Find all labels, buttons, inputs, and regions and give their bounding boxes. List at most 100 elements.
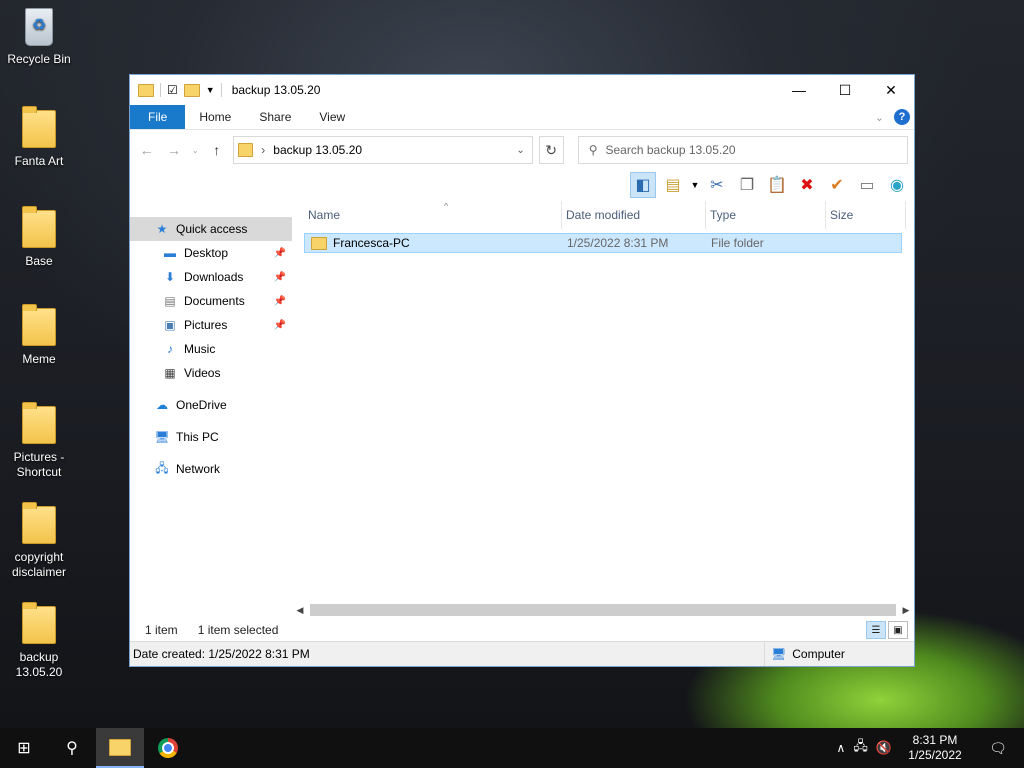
- minimize-button[interactable]: —: [776, 75, 822, 105]
- column-size[interactable]: Size: [826, 201, 906, 229]
- view-options-icon[interactable]: ▤: [660, 172, 686, 198]
- ribbon-right: ⌄ ?: [875, 105, 914, 129]
- start-button[interactable]: ⊞: [0, 728, 48, 768]
- file-explorer-taskbar-button[interactable]: [96, 728, 144, 768]
- desktop-icon-label: copyright disclaimer: [11, 550, 66, 579]
- nav-label: Quick access: [176, 222, 248, 236]
- network-status-icon[interactable]: 🖧: [853, 737, 868, 759]
- nav-item-music[interactable]: ♪ Music: [130, 337, 292, 361]
- globe-icon[interactable]: ◉: [884, 172, 910, 198]
- folder-shortcut-icon: [22, 402, 56, 444]
- paste-icon[interactable]: 📋: [764, 172, 790, 198]
- nav-item-videos[interactable]: ▦ Videos: [130, 361, 292, 385]
- pin-icon[interactable]: 📌: [274, 272, 286, 283]
- search-button[interactable]: ⚲: [48, 728, 96, 768]
- cloud-icon: ☁: [156, 398, 168, 412]
- sort-ascending-icon: ^: [444, 201, 449, 211]
- scroll-left-icon[interactable]: ◀: [292, 605, 308, 616]
- address-row: ← → ⌄ ↑ › backup 13.05.20 ⌄ ↻ ⚲ Search b…: [130, 130, 914, 170]
- desktop-icon-pictures-shortcut[interactable]: Pictures - Shortcut: [4, 402, 74, 480]
- refresh-button[interactable]: ↻: [538, 136, 564, 164]
- nav-label: Videos: [184, 366, 221, 380]
- file-list: Name ^ Date modified Type Size Francesca…: [292, 201, 914, 618]
- column-name[interactable]: Name ^: [292, 201, 562, 229]
- tab-view[interactable]: View: [305, 105, 359, 129]
- delete-icon[interactable]: ✖: [794, 172, 820, 198]
- desktop-icon-copyright-disclaimer[interactable]: copyright disclaimer: [4, 502, 74, 580]
- checkmark-icon[interactable]: ✔: [824, 172, 850, 198]
- address-bar[interactable]: › backup 13.05.20 ⌄: [233, 136, 533, 164]
- customize-qat-chevron-icon[interactable]: ▼: [206, 85, 215, 95]
- details-view-icon[interactable]: ☰: [866, 621, 886, 639]
- nav-item-network[interactable]: 🖧 Network: [130, 457, 292, 481]
- close-button[interactable]: ✕: [868, 75, 914, 105]
- explorer-body: ★ Quick access ▬ Desktop 📌 ⬇ Downloads 📌…: [130, 201, 914, 618]
- show-hidden-icons-chevron-icon[interactable]: ∧: [837, 741, 846, 755]
- pin-icon[interactable]: 📌: [274, 296, 286, 307]
- rename-icon[interactable]: ▭: [854, 172, 880, 198]
- nav-item-pictures[interactable]: ▣ Pictures 📌: [130, 313, 292, 337]
- nav-item-documents[interactable]: ▤ Documents 📌: [130, 289, 292, 313]
- clock-time: 8:31 PM: [912, 733, 958, 747]
- folder-icon: [22, 206, 56, 248]
- breadcrumb-separator-icon[interactable]: ›: [261, 143, 265, 157]
- tab-home[interactable]: Home: [185, 105, 245, 129]
- volume-muted-icon[interactable]: 🔇: [876, 740, 892, 756]
- desktop-icon-label: Fanta Art: [14, 154, 64, 168]
- horizontal-scrollbar[interactable]: ◀ ▶: [292, 602, 914, 618]
- location-zone: 🖥 Computer: [764, 642, 914, 666]
- desktop-icon-base[interactable]: Base: [4, 206, 74, 269]
- nav-label: Documents: [184, 294, 245, 308]
- divider: [160, 83, 161, 97]
- nav-item-onedrive[interactable]: ☁ OneDrive: [130, 393, 292, 417]
- file-name: Francesca-PC: [333, 236, 410, 250]
- nav-label: Downloads: [184, 270, 244, 284]
- copy-icon[interactable]: ❐: [734, 172, 760, 198]
- title-bar[interactable]: ☑ ▼ backup 13.05.20 — ☐ ✕: [130, 75, 914, 105]
- search-input[interactable]: ⚲ Search backup 13.05.20: [577, 136, 908, 164]
- file-explorer-window: ☑ ▼ backup 13.05.20 — ☐ ✕ File Home Shar…: [129, 74, 915, 667]
- nav-item-downloads[interactable]: ⬇ Downloads 📌: [130, 265, 292, 289]
- column-type[interactable]: Type: [706, 201, 826, 229]
- breadcrumb-path[interactable]: backup 13.05.20: [273, 143, 362, 157]
- desktop-icon-fanta-art[interactable]: Fanta Art: [4, 106, 74, 169]
- view-dropdown-chevron-icon[interactable]: ▼: [690, 172, 700, 198]
- tab-file[interactable]: File: [130, 105, 186, 129]
- folder-icon: [138, 83, 154, 97]
- music-note-icon: ♪: [167, 342, 173, 356]
- back-arrow-icon[interactable]: ←: [136, 142, 157, 158]
- clock[interactable]: 8:31 PM 1/25/2022: [900, 733, 970, 763]
- preview-pane-icon[interactable]: ◧: [630, 172, 656, 198]
- notification-center-button[interactable]: 🗨: [978, 728, 1018, 768]
- nav-item-this-pc[interactable]: 🖥 This PC: [130, 425, 292, 449]
- up-arrow-icon[interactable]: ↑: [206, 142, 227, 158]
- nav-item-quick-access[interactable]: ★ Quick access: [130, 217, 292, 241]
- address-dropdown-chevron-icon[interactable]: ⌄: [510, 145, 532, 156]
- new-folder-icon[interactable]: [183, 83, 200, 97]
- recent-locations-chevron-icon[interactable]: ⌄: [190, 146, 200, 155]
- scrollbar-thumb[interactable]: [310, 604, 896, 616]
- cut-icon[interactable]: ✂: [704, 172, 730, 198]
- film-icon: ▦: [164, 366, 176, 380]
- tab-share[interactable]: Share: [245, 105, 305, 129]
- expand-ribbon-chevron-icon[interactable]: ⌄: [875, 111, 884, 124]
- nav-item-desktop[interactable]: ▬ Desktop 📌: [130, 241, 292, 265]
- chrome-taskbar-button[interactable]: [144, 728, 192, 768]
- properties-check-icon[interactable]: ☑: [167, 83, 178, 97]
- desktop-icon-backup[interactable]: backup 13.05.20: [4, 602, 74, 680]
- maximize-button[interactable]: ☐: [822, 75, 868, 105]
- forward-arrow-icon[interactable]: →: [163, 142, 184, 158]
- table-row[interactable]: Francesca-PC 1/25/2022 8:31 PM File fold…: [304, 233, 902, 253]
- scroll-right-icon[interactable]: ▶: [898, 605, 914, 616]
- pin-icon[interactable]: 📌: [274, 320, 286, 331]
- desktop-icon-recycle-bin[interactable]: ♻ Recycle Bin: [4, 8, 74, 67]
- column-date-modified[interactable]: Date modified: [562, 201, 706, 229]
- pin-icon[interactable]: 📌: [274, 248, 286, 259]
- search-icon: ⚲: [588, 143, 598, 157]
- large-icons-view-icon[interactable]: ▣: [888, 621, 908, 639]
- help-icon[interactable]: ?: [894, 109, 910, 125]
- window-title: backup 13.05.20: [231, 83, 321, 97]
- refresh-icon: ↻: [545, 141, 557, 158]
- desktop-icon-label: Recycle Bin: [7, 52, 71, 66]
- desktop-icon-meme[interactable]: Meme: [4, 304, 74, 367]
